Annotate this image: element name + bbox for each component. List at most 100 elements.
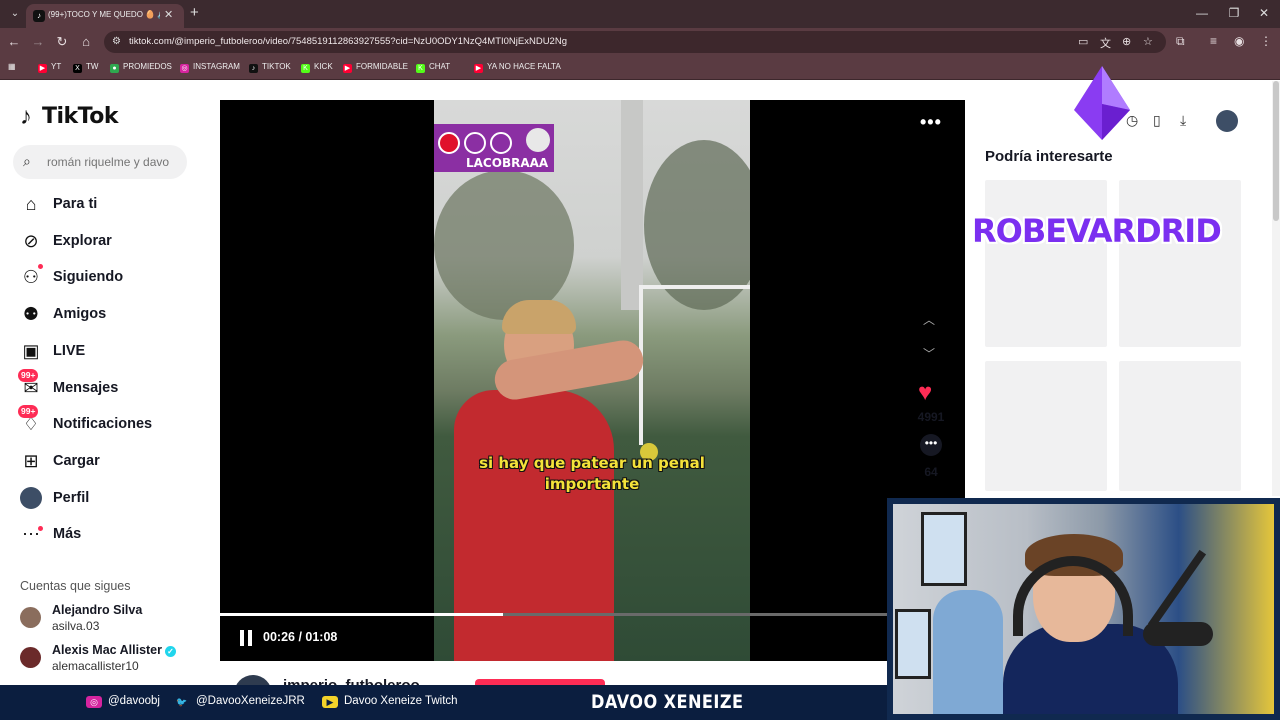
scrollbar[interactable]: [1272, 81, 1280, 496]
apps-grid-icon[interactable]: ▦: [8, 62, 16, 71]
overlay-avatar: [526, 128, 550, 152]
download-icon[interactable]: ⤓: [1180, 112, 1186, 129]
upload-icon: ⊞: [23, 450, 39, 471]
nav-item-más[interactable]: ⋯ Más: [20, 521, 200, 549]
new-tab-icon[interactable]: +: [190, 4, 199, 21]
nav-item-live[interactable]: ▣ LIVE: [20, 338, 200, 366]
nav-item-para-ti[interactable]: ⌂ Para ti: [20, 191, 200, 219]
tab-search-chevron-icon[interactable]: ⌄: [6, 5, 24, 23]
following-account[interactable]: Alexis Mac Allister ✓ alemacallister10: [20, 643, 200, 677]
bookmark-yt[interactable]: ▶ YT: [38, 62, 61, 73]
site-info-icon[interactable]: ⚙: [112, 36, 121, 47]
translate-icon[interactable]: 文: [1100, 35, 1111, 51]
bookmark-label: INSTAGRAM: [193, 62, 240, 71]
stream-watermark: ROBEVARDRID: [972, 212, 1222, 250]
nav-item-perfil[interactable]: Perfil: [20, 485, 200, 513]
nav-label: Cargar: [53, 452, 100, 469]
twitter-label: @DavooXeneizeJRR: [196, 695, 305, 707]
pause-icon[interactable]: [239, 630, 255, 646]
instagram-label: @davoobj: [108, 695, 160, 707]
bookmark-star-icon[interactable]: ☆: [1143, 35, 1153, 48]
verified-badge-icon: ✓: [165, 646, 177, 657]
profile-avatar: [20, 486, 42, 509]
logo-text: TikTok: [42, 104, 119, 129]
video-frame[interactable]: LACOBRAAA si hay que patear un penal imp…: [434, 100, 750, 661]
bookmark-label: TW: [86, 62, 99, 71]
bookmark-tw[interactable]: X TW: [73, 62, 98, 73]
nav-item-amigos[interactable]: ⚉ Amigos: [20, 301, 200, 329]
nav-item-mensajes[interactable]: ✉ 99+ Mensajes: [18, 368, 200, 403]
following-account[interactable]: Alejandro Silva asilva.03: [20, 603, 200, 637]
comment-icon[interactable]: •••: [920, 434, 942, 456]
bookmark-formidable[interactable]: ▶ FORMIDABLE: [343, 62, 408, 73]
nav-item-explorar[interactable]: ⊘ Explorar: [20, 228, 200, 256]
extensions-icon[interactable]: ⧉: [1176, 34, 1185, 49]
nav-label: Para ti: [53, 196, 98, 212]
account-avatar[interactable]: [20, 607, 41, 628]
url-text[interactable]: tiktok.com/@imperio_futboleroo/video/754…: [129, 36, 567, 47]
restore-icon[interactable]: ❐: [1224, 6, 1244, 20]
nav-item-siguiendo[interactable]: ⚇ Siguiendo: [20, 264, 200, 292]
heart-icon[interactable]: ♥: [918, 379, 932, 407]
reload-icon[interactable]: ↻: [53, 34, 71, 50]
scroll-thumb[interactable]: [1273, 81, 1279, 221]
zoom-icon[interactable]: ⊕: [1122, 35, 1131, 48]
bookmark-tiktok[interactable]: ♪ TIKTOK: [249, 62, 291, 73]
home-icon[interactable]: ⌂: [77, 34, 95, 49]
tree-shape: [434, 170, 574, 320]
following-icon: ⚇: [22, 267, 40, 288]
suggestion-card[interactable]: [985, 361, 1107, 491]
bookmark-chat[interactable]: K CHAT: [416, 62, 450, 73]
mural-figure: [933, 590, 1003, 714]
previous-video-icon[interactable]: ︿: [923, 311, 935, 328]
notification-badge: 99+: [18, 405, 39, 419]
nav-label: Explorar: [53, 232, 112, 249]
address-bar[interactable]: ⚙ tiktok.com/@imperio_futboleroo/video/7…: [104, 31, 1166, 53]
phone-icon[interactable]: ▯: [1153, 112, 1161, 129]
nav-item-cargar[interactable]: ⊞ Cargar: [20, 448, 200, 476]
nav-item-notificaciones[interactable]: ♢ 99+ Notificaciones: [18, 405, 200, 439]
nav-label: Siguiendo: [53, 269, 124, 286]
suggestion-card[interactable]: [1119, 180, 1241, 347]
goal-shape: [639, 285, 750, 445]
suggestion-card[interactable]: [1119, 361, 1241, 491]
more-options-icon[interactable]: •••: [920, 112, 942, 133]
player-shirt: [454, 390, 614, 661]
twitch-handle: ▶ Davoo Xeneize Twitch: [322, 695, 458, 708]
account-name: Alejandro Silva: [52, 603, 143, 617]
media-controls-icon[interactable]: ≡: [1210, 34, 1217, 48]
user-avatar[interactable]: [1216, 110, 1238, 132]
tiktok-favicon-icon: ♪: [33, 10, 45, 22]
nav-label: Amigos: [53, 306, 107, 323]
cast-icon[interactable]: ▭: [1078, 35, 1088, 48]
bookmark-ya-no-hace-falta[interactable]: ▶ YA NO HACE FALTA: [474, 62, 561, 73]
forward-icon[interactable]: →: [29, 34, 47, 49]
twitch-label: Davoo Xeneize Twitch: [344, 695, 458, 707]
search-input[interactable]: [47, 155, 182, 169]
video-overlay-badge: LACOBRAAA: [434, 124, 554, 172]
nav-label: Mensajes: [53, 379, 119, 396]
next-video-icon[interactable]: ﹀: [923, 345, 935, 362]
close-tab-icon[interactable]: ✕: [164, 8, 173, 21]
bookmark-instagram[interactable]: ◎ INSTAGRAM: [180, 62, 240, 73]
menu-icon[interactable]: ⋮: [1260, 34, 1272, 48]
bookmark-kick[interactable]: K KICK: [301, 62, 333, 73]
close-window-icon[interactable]: ✕: [1254, 6, 1274, 20]
active-tab[interactable]: ♪ (99+)TOCO Y ME QUEDO 🥚 🔊 ✕: [26, 4, 184, 28]
search-icon[interactable]: ⌕: [23, 153, 31, 170]
minimize-icon[interactable]: —: [1192, 6, 1212, 20]
following-title: Cuentas que sigues: [20, 579, 131, 593]
search-bar[interactable]: ⌕: [13, 145, 187, 179]
progress-bar[interactable]: [220, 613, 965, 616]
bookmark-label: YA NO HACE FALTA: [487, 62, 561, 71]
video-player[interactable]: LACOBRAAA si hay que patear un penal imp…: [220, 100, 965, 661]
account-avatar[interactable]: [20, 647, 41, 668]
back-icon[interactable]: ←: [5, 34, 23, 49]
bookmark-promiedos[interactable]: ● PROMIEDOS: [110, 62, 172, 73]
account-name: Alexis Mac Allister: [52, 643, 163, 657]
youtube-icon: ▶: [38, 64, 47, 73]
bookmark-label: CHAT: [429, 62, 451, 71]
profile-icon[interactable]: ◉: [1234, 34, 1244, 48]
suggestion-card[interactable]: [985, 180, 1107, 347]
overlay-name: LACOBRAAA: [466, 156, 549, 170]
